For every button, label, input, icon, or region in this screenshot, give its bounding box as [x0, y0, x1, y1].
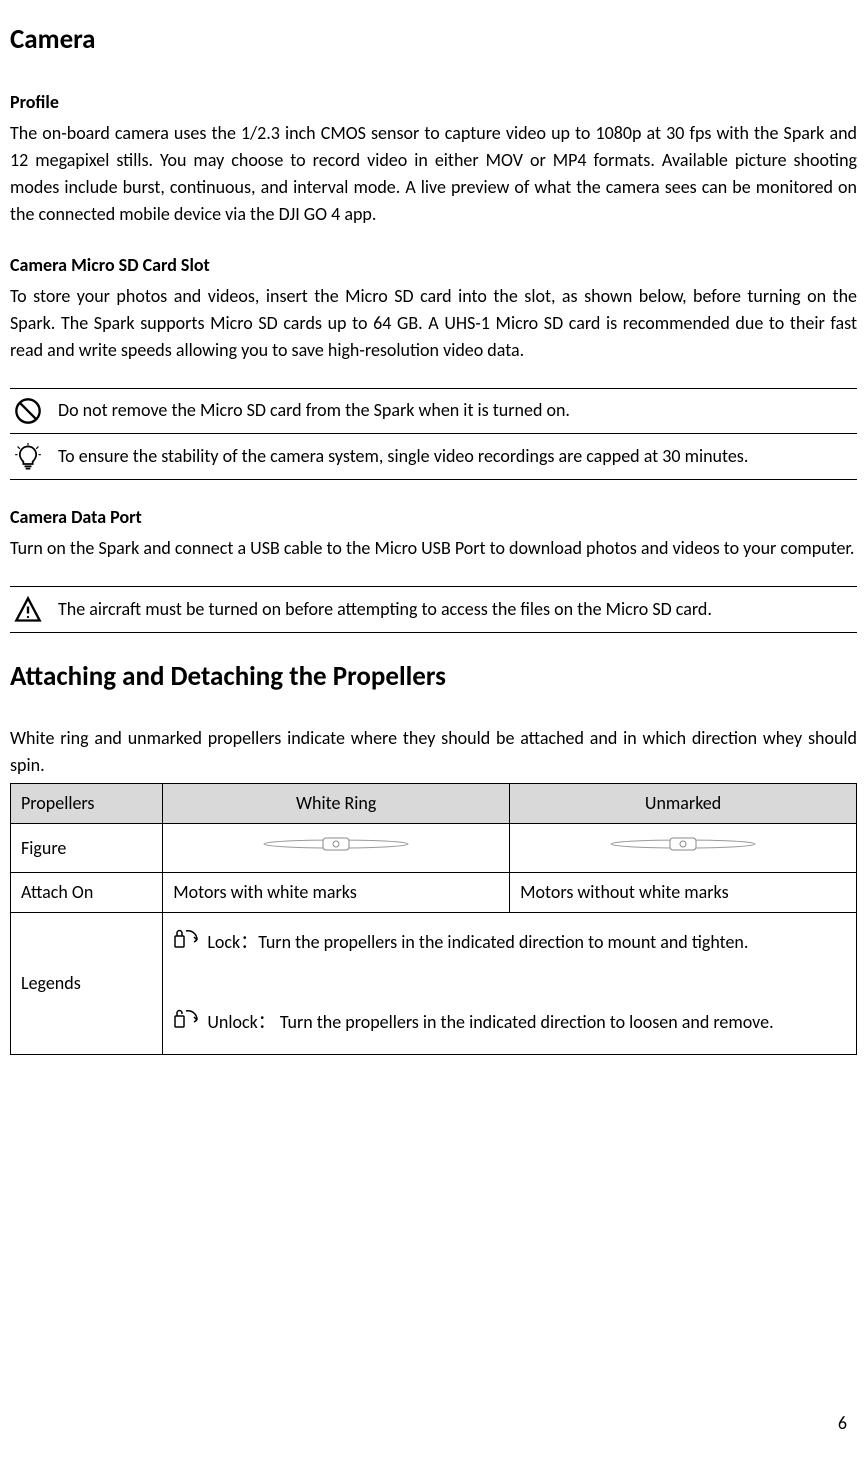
sd-text: To store your photos and videos, insert …: [10, 283, 857, 364]
profile-title: Profile: [10, 89, 857, 116]
dataport-title: Camera Data Port: [10, 504, 857, 531]
note-tip: To ensure the stability of the camera sy…: [10, 433, 857, 479]
legends-content: Lock：Turn the propellers in the indicate…: [163, 913, 857, 1055]
sd-title: Camera Micro SD Card Slot: [10, 252, 857, 279]
sd-notes: Do not remove the Micro SD card from the…: [10, 388, 857, 480]
unlock-icon: [173, 1004, 199, 1044]
attach-white: Motors with white marks: [163, 873, 510, 913]
figure-unmarked: [510, 824, 857, 873]
camera-heading: Camera: [10, 20, 857, 61]
propeller-unmarked-icon: [608, 837, 758, 859]
header-white-ring: White Ring: [163, 784, 510, 824]
note-prohibit-text: Do not remove the Micro SD card from the…: [58, 397, 857, 424]
table-row-figure: Figure: [11, 824, 857, 873]
note-tip-text: To ensure the stability of the camera sy…: [58, 443, 857, 470]
attach-label: Attach On: [11, 873, 163, 913]
note-warn-text: The aircraft must be turned on before at…: [58, 596, 857, 623]
lightbulb-icon: [10, 442, 58, 471]
table-row-legends: Legends Lock：Turn the propellers in the …: [11, 913, 857, 1055]
propellers-table: Propellers White Ring Unmarked Figure: [10, 783, 857, 1055]
propellers-heading: Attaching and Detaching the Propellers: [10, 657, 857, 698]
dataport-text: Turn on the Spark and connect a USB cabl…: [10, 535, 857, 562]
table-header-row: Propellers White Ring Unmarked: [11, 784, 857, 824]
header-unmarked: Unmarked: [510, 784, 857, 824]
lock-text: Lock：Turn the propellers in the indicate…: [207, 931, 748, 953]
profile-text: The on-board camera uses the 1/2.3 inch …: [10, 120, 857, 228]
figure-white-ring: [163, 824, 510, 873]
unlock-text: Unlock： Turn the propellers in the indic…: [207, 1011, 773, 1033]
table-row-attach: Attach On Motors with white marks Motors…: [11, 873, 857, 913]
note-prohibit: Do not remove the Micro SD card from the…: [10, 389, 857, 434]
attach-unmarked: Motors without white marks: [510, 873, 857, 913]
prohibit-icon: [10, 397, 58, 426]
lock-icon: [173, 924, 199, 964]
dataport-notes: The aircraft must be turned on before at…: [10, 586, 857, 633]
legends-label: Legends: [11, 913, 163, 1055]
page-number: 6: [838, 1410, 847, 1437]
header-propellers: Propellers: [11, 784, 163, 824]
note-warn: The aircraft must be turned on before at…: [10, 587, 857, 632]
propellers-intro: White ring and unmarked propellers indic…: [10, 725, 857, 779]
warning-icon: [10, 595, 58, 624]
propeller-white-ring-icon: [261, 837, 411, 859]
figure-label: Figure: [11, 824, 163, 873]
